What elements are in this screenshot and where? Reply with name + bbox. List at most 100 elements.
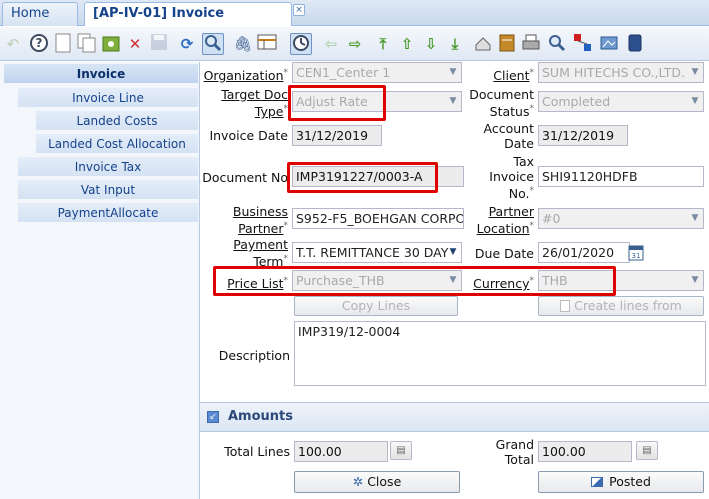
field-value: SHI91120HDFB: [542, 169, 638, 184]
due-date-field[interactable]: 26/01/2020: [538, 242, 630, 263]
copy-icon[interactable]: [76, 33, 98, 55]
chevron-down-icon[interactable]: ▼: [445, 92, 461, 111]
chevron-down-icon[interactable]: ▼: [687, 209, 703, 228]
invoice-date-field[interactable]: 31/12/2019: [292, 125, 382, 146]
sidebar-item-invoice-tax[interactable]: Invoice Tax: [18, 157, 198, 177]
field-value: 100.00: [542, 444, 586, 459]
organization-label: Organization*: [203, 68, 288, 84]
button-label: Copy Lines: [341, 298, 411, 313]
sidebar-item-label: Invoice Line: [72, 91, 144, 105]
chevron-down-icon[interactable]: ▼: [687, 63, 703, 82]
button-label: Posted: [609, 474, 651, 489]
business-partner-label: Business Partner*: [232, 204, 288, 237]
grand-total-label: Grand Total: [495, 437, 534, 467]
sidebar-item-label: Landed Cost Allocation: [48, 137, 186, 151]
svg-text:?: ?: [36, 36, 43, 50]
close-document-button[interactable]: ✲ Close: [294, 471, 460, 493]
zoom-across-icon[interactable]: [546, 33, 568, 55]
save-new-icon[interactable]: [100, 33, 122, 55]
total-lines-field[interactable]: 100.00: [294, 441, 388, 462]
collapse-icon[interactable]: ↙: [207, 411, 219, 423]
chevron-down-icon[interactable]: ▼: [687, 92, 703, 111]
copy-lines-button[interactable]: Copy Lines: [294, 296, 458, 316]
partner-location-label: Partner Location*: [476, 204, 534, 237]
amounts-section-header[interactable]: ↙ Amounts: [200, 402, 709, 432]
highlight-target-doc-type: [288, 85, 386, 121]
sidebar-item-label: PaymentAllocate: [57, 206, 159, 220]
ignore-icon[interactable]: ↶: [2, 33, 24, 55]
payment-term-field[interactable]: T.T. REMITTANCE 30 DAY ▼: [292, 242, 462, 263]
parent-record-icon[interactable]: ⇧: [396, 33, 418, 55]
tab-invoice-vendor[interactable]: [AP-IV-01] Invoice (Vendor) ×: [84, 2, 305, 43]
sidebar-item-label: Invoice: [76, 67, 126, 81]
last-record-icon[interactable]: ⤓: [444, 33, 466, 55]
history-icon[interactable]: [290, 33, 312, 55]
sidebar-item-landed-costs[interactable]: Landed Costs: [36, 111, 198, 131]
previous-record-icon[interactable]: ⇦: [320, 33, 342, 55]
highlight-price-list-currency: [213, 266, 616, 296]
detail-record-icon[interactable]: ⇩: [420, 33, 442, 55]
tax-invoice-no-field[interactable]: SHI91120HDFB: [538, 166, 704, 187]
grand-total-field[interactable]: 100.00: [538, 441, 632, 462]
refresh-icon[interactable]: ⟳: [176, 33, 198, 55]
chevron-down-icon[interactable]: ▼: [687, 271, 703, 290]
new-icon[interactable]: [52, 33, 74, 55]
gear-icon: ✲: [352, 474, 364, 489]
account-date-label: Account Date: [483, 121, 534, 151]
create-lines-from-button[interactable]: Create lines from: [538, 296, 704, 316]
description-textarea[interactable]: IMP319/12-0004: [294, 321, 706, 386]
grid-toggle-icon[interactable]: [256, 33, 278, 55]
sidebar-item-landed-cost-allocation[interactable]: Landed Cost Allocation: [36, 134, 198, 154]
button-label: Create lines from: [574, 298, 682, 313]
chevron-down-icon[interactable]: ▼: [445, 63, 461, 82]
field-value: T.T. REMITTANCE 30 DAY: [296, 245, 449, 260]
field-value: CEN1_Center 1: [296, 65, 391, 80]
field-value: #0: [542, 211, 561, 226]
client-field[interactable]: SUM HITECHS CO.,LTD. ▼: [538, 62, 704, 83]
document-status-field[interactable]: Completed ▼: [538, 91, 704, 112]
account-date-field[interactable]: 31/12/2019: [538, 125, 628, 146]
sidebar-item-vat-input[interactable]: Vat Input: [18, 180, 198, 200]
help-icon[interactable]: ?: [28, 33, 50, 55]
workflow-icon[interactable]: [572, 33, 594, 55]
client-label: Client*: [493, 68, 534, 84]
field-value: SUM HITECHS CO.,LTD.: [542, 65, 685, 80]
organization-field[interactable]: CEN1_Center 1 ▼: [292, 62, 462, 83]
delete-icon[interactable]: ✕: [124, 33, 146, 55]
section-title: Amounts: [228, 409, 293, 424]
calendar-icon[interactable]: 31: [628, 243, 644, 262]
lock-icon[interactable]: [624, 33, 646, 55]
svg-text:31: 31: [632, 252, 641, 260]
highlight-document-no: [287, 162, 438, 193]
save-icon[interactable]: [148, 33, 170, 55]
target-doc-type-label: Target Doc Type*: [221, 87, 288, 120]
first-record-icon[interactable]: ⤒: [372, 33, 394, 55]
process-icon[interactable]: [598, 33, 620, 55]
archive-icon[interactable]: [496, 33, 518, 55]
total-lines-label: Total Lines: [224, 444, 290, 459]
posted-button[interactable]: Posted: [538, 471, 704, 493]
field-value: IMP319/12-0004: [298, 324, 401, 339]
calculator-icon[interactable]: ▤: [390, 441, 412, 460]
chevron-down-icon[interactable]: ▼: [445, 243, 461, 262]
due-date-label: Due Date: [474, 246, 534, 261]
tax-invoice-no-label: Tax Invoice No.*: [489, 154, 534, 202]
close-icon[interactable]: ×: [293, 4, 305, 16]
payment-term-label: Payment Term*: [233, 237, 288, 270]
next-record-icon[interactable]: ⇨: [344, 33, 366, 55]
report-icon[interactable]: [472, 33, 494, 55]
chart-icon: [591, 477, 604, 487]
business-partner-field[interactable]: S952-F5_BOEHGAN CORPO: [292, 208, 464, 229]
partner-location-field[interactable]: #0 ▼: [538, 208, 704, 229]
tab-home[interactable]: Home (2): [2, 2, 78, 43]
sidebar-item-invoice-line[interactable]: Invoice Line: [18, 88, 198, 108]
sidebar-item-invoice[interactable]: Invoice: [4, 64, 198, 84]
attachment-icon[interactable]: 🖇: [232, 33, 254, 55]
document-icon: [560, 300, 571, 312]
toolbar: ↶ ? ✕ ⟳ 🖇 ⇦ ⇨ ⤒ ⇧ ⇩ ⤓: [0, 27, 709, 61]
find-icon[interactable]: [202, 33, 224, 55]
sidebar-item-payment-allocate[interactable]: PaymentAllocate: [18, 203, 198, 223]
calculator-icon[interactable]: ▤: [636, 441, 658, 460]
tab-bar: Home (2) [AP-IV-01] Invoice (Vendor) ×: [0, 0, 709, 43]
print-icon[interactable]: [520, 33, 542, 55]
